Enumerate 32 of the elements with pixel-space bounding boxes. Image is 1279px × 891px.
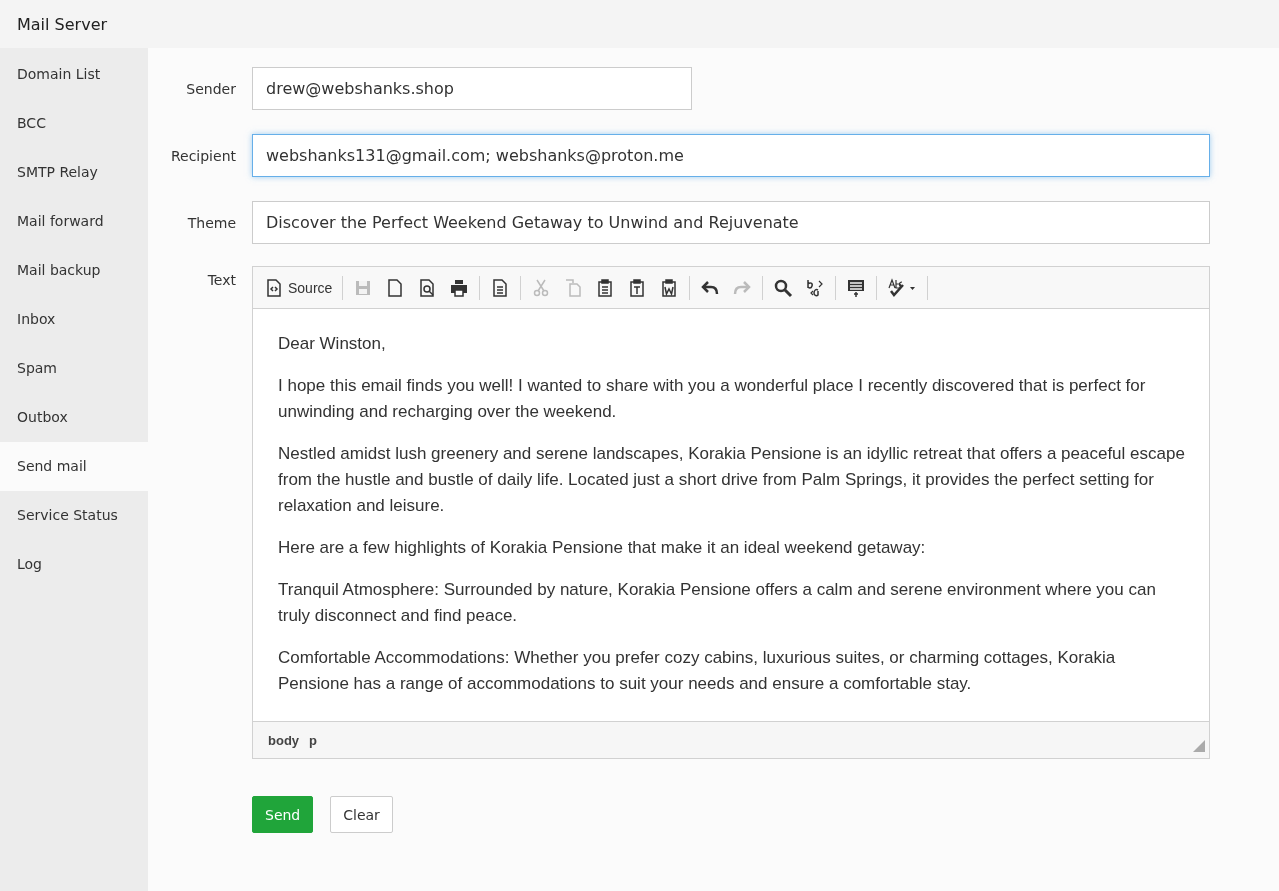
sidebar-item[interactable]: Domain List <box>0 50 148 99</box>
window-title: Mail Server <box>17 14 108 34</box>
email-paragraph: Dear Winston, <box>278 333 387 355</box>
field-label: Theme <box>186 214 237 231</box>
clear-button[interactable]: Clear <box>330 796 393 833</box>
email-paragraph: Nestled amidst lush greenery and serene landscapes, Korakia Pensione is an idyllic retreat that offers a peaceful escape from the hustle and bustle of daily life. Located just a short drive from Palm Springs, it provides the perfect setting for relaxation and leisure. <box>278 443 1186 517</box>
subject-field[interactable]: Discover the Perfect Weekend Getaway to Unwind and Rejuvenate <box>252 201 1210 244</box>
field-label: Recipient <box>169 147 237 164</box>
sidebar-item[interactable]: Spam <box>0 344 148 393</box>
resize-grip-icon[interactable] <box>1193 740 1205 752</box>
editor-content[interactable] <box>253 309 1209 721</box>
sidebar-item[interactable]: Service Status <box>0 491 148 540</box>
sidebar-item[interactable]: Send mail <box>0 442 148 491</box>
source-button[interactable]: Source <box>259 274 338 301</box>
sidebar-item[interactable]: SMTP Relay <box>0 148 148 197</box>
field-label: Text <box>206 271 237 288</box>
sidebar-item[interactable]: Log <box>0 540 148 589</box>
sidebar-item[interactable]: Inbox <box>0 295 148 344</box>
element-path-item[interactable]: body <box>263 730 305 750</box>
email-paragraph: Comfortable Accommodations: Whether you prefer cozy cabins, luxurious suites, or charming cottages, Korakia Pensione has a range of accommodations to suit your needs and ensure a comfortable stay. <box>278 647 1117 695</box>
sidebar-item[interactable]: BCC <box>0 99 148 148</box>
field-label: Sender <box>185 80 237 97</box>
code-page-icon <box>264 277 284 298</box>
sidebar-item[interactable]: Outbox <box>0 393 148 442</box>
sidebar-item[interactable]: Mail forward <box>0 197 148 246</box>
recipient-field[interactable]: webshanks131@gmail.com; webshanks@proton.me <box>252 134 1210 177</box>
email-paragraph: Tranquil Atmosphere: Surrounded by nature, Korakia Pensione offers a calm and serene environment where you can truly disconnect and find peace. <box>278 579 1157 627</box>
email-paragraph: Here are a few highlights of Korakia Pensione that make it an ideal weekend getaway: <box>278 537 927 559</box>
element-path-item[interactable]: p <box>304 730 322 750</box>
email-paragraph: I hope this email finds you well! I wanted to share with you a wonderful place I recently discovered that is perfect for unwinding and recharging over the weekend. <box>278 375 1147 423</box>
sender-field[interactable]: drew@webshanks.shop <box>252 67 692 110</box>
sidebar-item[interactable]: Mail backup <box>0 246 148 295</box>
